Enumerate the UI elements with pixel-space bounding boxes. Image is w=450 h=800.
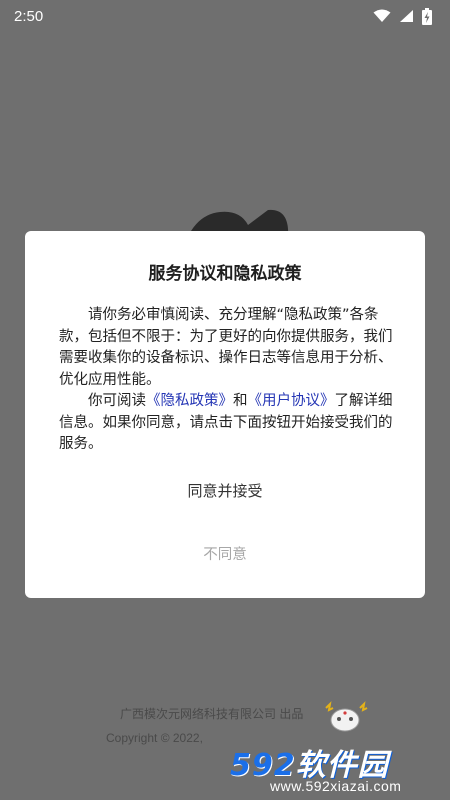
dialog-title: 服务协议和隐私政策 [148, 264, 302, 284]
dialog-paragraph-1: 请你务必审慎阅读、充分理解“隐私政策”各条款，包括但不限于：为了更好的向你提供服… [59, 307, 393, 388]
site-watermark: 592软件园 www.592xiazai.com [222, 740, 450, 800]
dialog-body: 请你务必审慎阅读、充分理解“隐私政策”各条款，包括但不限于：为了更好的向你提供服… [59, 305, 395, 456]
status-icons [373, 7, 432, 25]
disagree-button[interactable]: 不同意 [25, 542, 425, 568]
footer-copyright: Copyright © 2022, [106, 731, 203, 745]
wifi-icon [373, 9, 391, 22]
agree-button[interactable]: 同意并接受 [25, 478, 425, 504]
status-time: 2:50 [14, 7, 44, 25]
privacy-policy-link[interactable]: 《隐私政策》 [146, 393, 233, 409]
user-agreement-link[interactable]: 《用户协议》 [248, 393, 335, 409]
footer-company: 广西模次元网络科技有限公司 出品 [120, 707, 304, 721]
status-bar: 2:50 [0, 0, 450, 32]
watermark-url: www.592xiazai.com [270, 778, 402, 794]
dialog-paragraph-2: 你可阅读《隐私政策》和《用户协议》了解详细信息。如果你同意，请点击下面按钮开始接… [59, 391, 395, 456]
signal-icon [400, 10, 413, 22]
gamepad-icon [325, 701, 368, 732]
para2-and: 和 [233, 393, 248, 409]
battery-charging-icon [422, 7, 432, 25]
para2-prefix: 你可阅读 [88, 393, 146, 409]
